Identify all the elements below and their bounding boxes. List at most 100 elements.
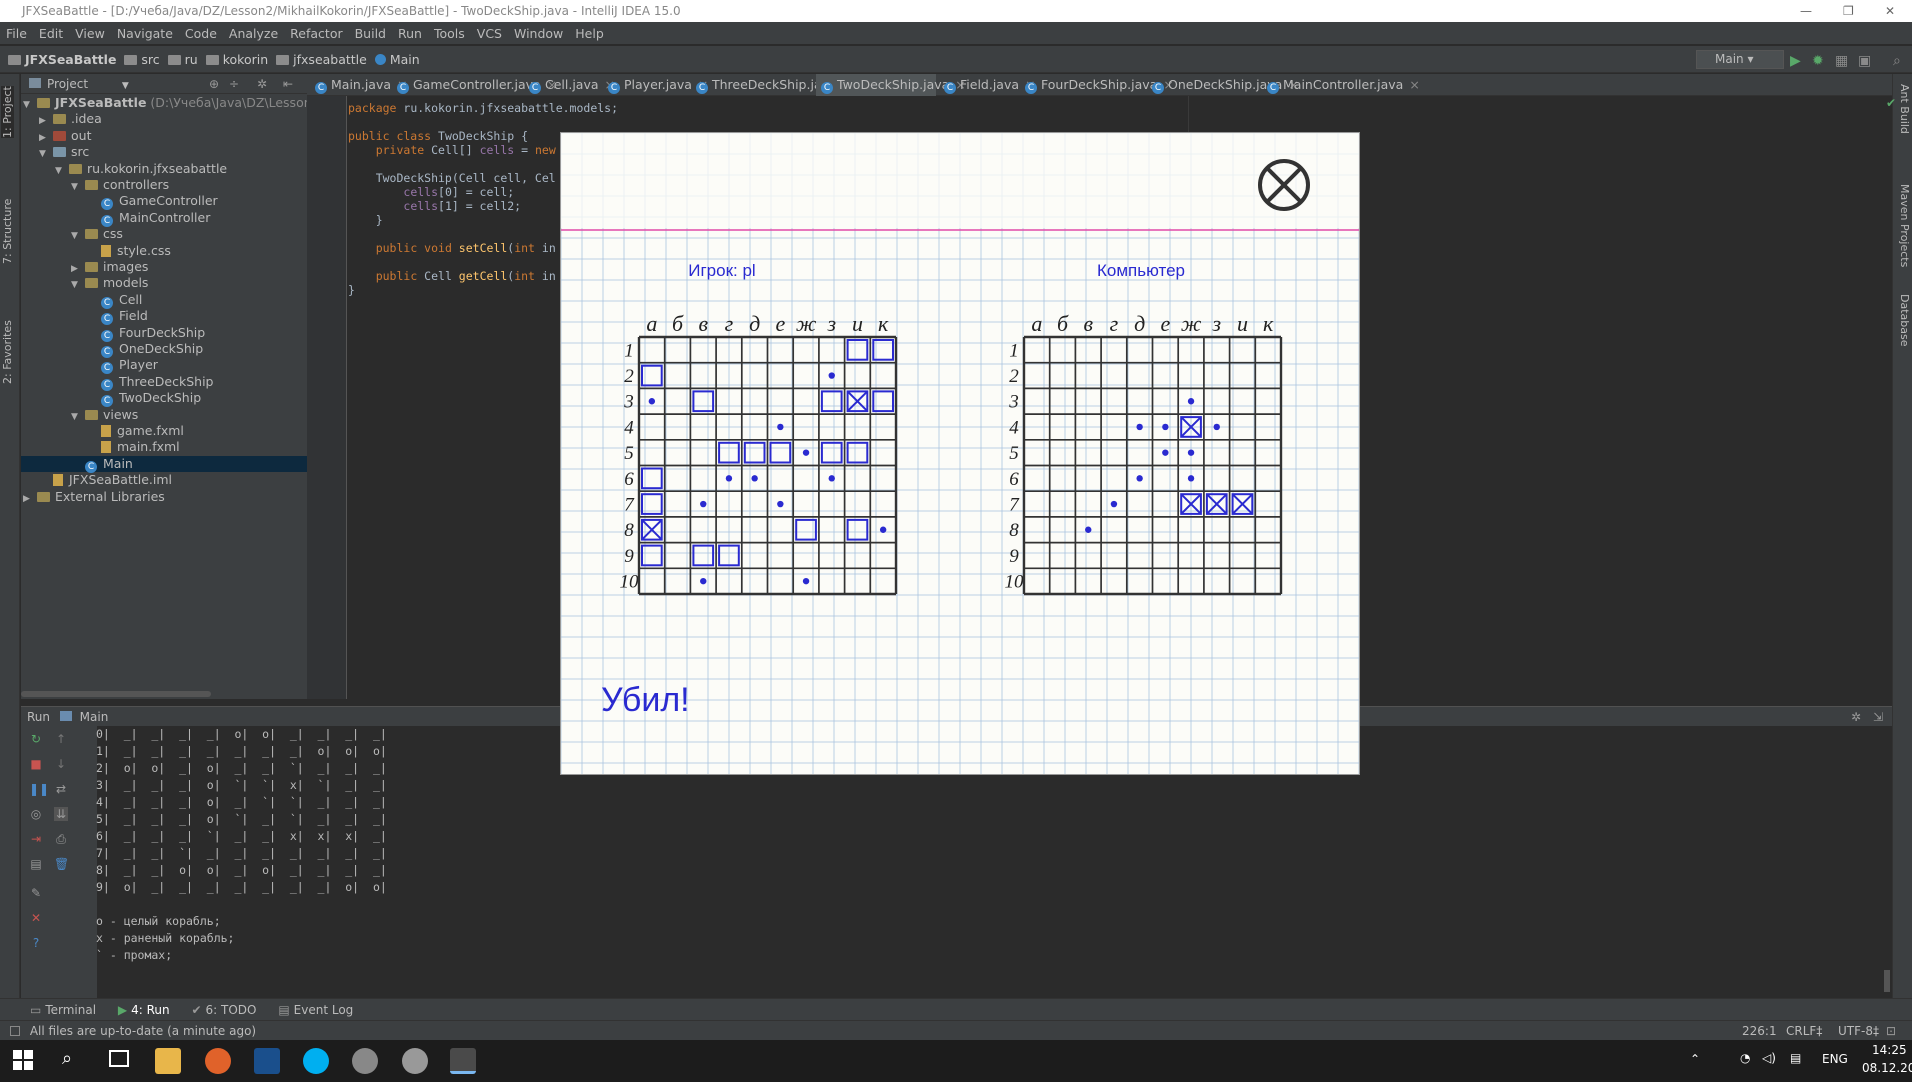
tree-item[interactable]: ▼ ru.kokorin.jfxseabattle [21,161,307,177]
tab-main[interactable]: CMain.java× [310,74,408,96]
tree-item[interactable]: C ThreeDeckShip [21,374,307,391]
tree-item[interactable]: C Cell [21,292,307,309]
menu-code[interactable]: Code [185,26,217,41]
cursor-position[interactable]: 226:1 [1742,1021,1777,1041]
scroll-to-end-icon[interactable]: ⇊ [54,807,68,821]
project-scrollbar[interactable] [21,691,211,697]
file-encoding[interactable]: UTF-8‡ [1838,1021,1879,1041]
search-everywhere-icon[interactable]: ⌕ [1893,48,1901,75]
tree-item[interactable]: C TwoDeckShip [21,390,307,408]
tree-item[interactable]: C FourDeckShip [21,325,307,342]
tab-todo[interactable]: 6: TODO [206,1003,257,1017]
file-explorer-icon[interactable] [155,1048,181,1074]
menu-edit[interactable]: Edit [39,26,63,41]
tree-item[interactable]: JFXSeaBattle.iml [21,472,307,488]
keyboard-language[interactable]: ENG [1822,1052,1848,1066]
intellij-icon[interactable] [254,1048,280,1074]
tree-item[interactable]: ▼ src [21,144,307,160]
task-view-icon[interactable] [109,1050,129,1067]
menu-help[interactable]: Help [575,26,604,41]
run-config-select[interactable]: Main ▾ [1696,50,1784,69]
notifications-icon[interactable]: ▤ [1790,1051,1801,1065]
close-run-icon[interactable]: ✕ [29,911,43,925]
network-icon[interactable]: ◔ [1740,1051,1750,1065]
search-icon[interactable]: ⌕ [62,1048,72,1069]
tree-item[interactable]: C MainController [21,210,307,227]
sync-icon[interactable]: ⊕ [209,74,219,94]
tree-item[interactable]: ▼ models [21,275,307,291]
run-icon[interactable]: ▶ [1790,48,1801,75]
tree-item[interactable]: C OneDeckShip [21,341,307,358]
console-output[interactable]: 0| _| _| _| _| o| o| _| _| _| _| 1| _| _|… [96,726,387,964]
tab-cell[interactable]: CCell.java× [524,74,615,96]
tool-window-project[interactable]: 1: Project [1,86,14,138]
clock-time[interactable]: 14:25 [1872,1043,1907,1057]
menu-run[interactable]: Run [398,26,422,41]
menu-navigate[interactable]: Navigate [117,26,173,41]
coverage-icon[interactable]: ▦ [1835,48,1848,75]
scroll-down-icon[interactable]: ↓ [54,757,68,771]
run-config-tab[interactable]: Main [80,710,109,724]
console-scrollbar[interactable] [1884,970,1890,992]
menu-analyze[interactable]: Analyze [229,26,278,41]
breadcrumb-ru[interactable]: ru [167,46,198,73]
volume-icon[interactable]: ◁) [1762,1051,1776,1065]
firefox-icon[interactable] [205,1048,231,1074]
tree-item[interactable]: ▶ .idea [21,111,307,127]
computer-board[interactable]: а б в г д е ж з и к 1 2 3 4 5 6 7 8 9 10 [1005,311,1283,596]
tab-field[interactable]: CField.java× [939,74,1036,96]
tree-item[interactable]: ▼ JFXSeaBattle (D:\Учеба\Java\DZ\Lesson2\… [21,95,338,111]
java-app-icon[interactable] [450,1048,476,1074]
tree-item[interactable]: style.css [21,243,307,259]
breadcrumb-src[interactable]: src [124,46,160,73]
tree-item[interactable]: ▼ css [21,226,307,242]
tree-item[interactable]: ▶ External Libraries [21,489,307,505]
tab-event-log[interactable]: Event Log [294,1003,354,1017]
menu-window[interactable]: Window [514,26,563,41]
tool-window-database[interactable]: Database [1898,294,1911,347]
close-window-icon[interactable]: ✕ [1885,0,1895,22]
minimize-icon[interactable]: — [1800,0,1812,22]
menu-view[interactable]: View [75,26,105,41]
breadcrumb-jfxseabattle[interactable]: JFXSeaBattle [8,46,116,73]
close-tab-icon[interactable]: × [1409,77,1419,92]
breadcrumb-kokorin[interactable]: kokorin [205,46,268,73]
tab-gamecontroller[interactable]: C GameController.java × [392,74,557,96]
skype-icon[interactable] [303,1048,329,1074]
menu-file[interactable]: File [6,26,27,41]
hide-icon[interactable]: ⇤ [283,74,293,94]
menu-vcs[interactable]: VCS [477,26,502,41]
tab-twodeckship[interactable]: C TwoDeckShip.java × [816,74,966,96]
tree-item[interactable]: C Player [21,357,307,375]
tab-onedeckship[interactable]: C OneDeckShip.java × [1147,74,1299,96]
line-separator[interactable]: CRLF‡ [1786,1021,1822,1041]
print-icon[interactable]: ⎙ [54,832,68,846]
tree-item[interactable]: game.fxml [21,423,307,439]
restore-icon[interactable]: ❐ [1843,0,1854,22]
pin-icon[interactable]: ✎ [29,886,43,900]
tree-item[interactable]: ▶ out [21,128,307,144]
scroll-up-icon[interactable]: ↑ [54,732,68,746]
lock-icon[interactable]: ⊡ [1886,1021,1896,1041]
layout-icon[interactable]: ▤ [29,857,43,871]
clock-date[interactable]: 08.12.2015 [1862,1061,1912,1075]
tool-window-favorites[interactable]: 2: Favorites [1,320,14,384]
windows-start-icon[interactable] [13,1050,33,1070]
dump-threads-icon[interactable]: ◎ [29,807,43,821]
tab-player[interactable]: CPlayer.java× [603,74,708,96]
tool-window-ant-build[interactable]: Ant Build [1898,84,1911,134]
tab-run[interactable]: 4: Run [131,1003,170,1017]
tab-threedeckship[interactable]: CThreeDeckShip.java× [691,74,853,96]
tab-fourdeckship[interactable]: C FourDeckShip.java × [1020,74,1174,96]
chevron-down-icon[interactable]: ▼ [122,81,129,91]
clear-all-icon[interactable]: 🗑 [54,857,69,871]
run-settings-icon[interactable]: ✲ [1851,707,1861,727]
pause-icon[interactable]: ❚❚ [29,782,49,796]
player-board[interactable]: а б в г д е ж з и к 1 2 3 4 5 6 7 8 9 10 [620,311,898,596]
stop-icon[interactable]: ■ [29,757,43,771]
tree-item[interactable]: C Field [21,308,307,326]
collapse-icon[interactable]: ÷ [229,74,239,94]
steam-icon[interactable] [352,1048,378,1074]
run-hide-icon[interactable]: ⇲ [1873,707,1883,727]
tab-maincontroller[interactable]: C MainController.java × [1262,74,1420,96]
